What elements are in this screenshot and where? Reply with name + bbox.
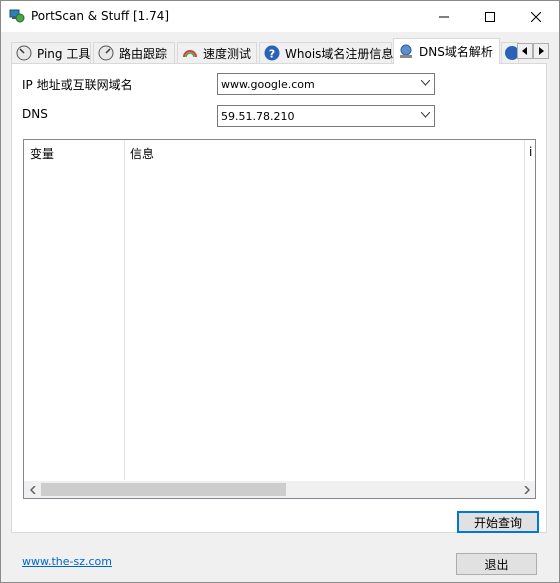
- tab-label: DNS域名解析: [419, 45, 493, 59]
- tab-speed-test[interactable]: 速度测试: [177, 42, 257, 63]
- dns-value: 59.51.78.210: [221, 110, 295, 123]
- title-bar[interactable]: PortScan & Stuff [1.74]: [1, 1, 559, 32]
- horizontal-scrollbar[interactable]: [24, 481, 535, 498]
- tab-scroll-right[interactable]: [533, 43, 549, 59]
- traceroute-gauge-icon: [98, 45, 114, 61]
- window-title: PortScan & Stuff [1.74]: [31, 9, 170, 23]
- tab-scroll-left[interactable]: [517, 43, 533, 59]
- tab-label: 路由跟踪: [119, 46, 168, 61]
- tab-traceroute[interactable]: 路由跟踪: [93, 42, 175, 63]
- host-label: IP 地址或互联网域名: [22, 78, 133, 92]
- column-header-variable[interactable]: 变量: [30, 145, 54, 162]
- tab-ping[interactable]: Ping 工具: [11, 42, 91, 63]
- tab-strip: Ping 工具 路由跟踪 速度测试 ? Whois域名注册信息 DNS域名解析: [1, 38, 559, 64]
- maximize-icon: [485, 11, 495, 22]
- column-divider: [124, 140, 125, 480]
- scroll-left-button[interactable]: [24, 481, 41, 498]
- host-value: www.google.com: [221, 78, 315, 91]
- column-header-partial[interactable]: i: [529, 145, 532, 159]
- speedometer-icon: [183, 50, 197, 58]
- tab-label: Ping 工具: [37, 46, 91, 61]
- minimize-icon: [439, 16, 449, 17]
- close-button[interactable]: [513, 1, 559, 32]
- scroll-thumb[interactable]: [41, 483, 286, 496]
- dns-combobox[interactable]: 59.51.78.210: [217, 105, 435, 127]
- chevron-down-icon: [421, 80, 430, 86]
- dns-panel: IP 地址或互联网域名 www.google.com DNS 59.51.78.…: [11, 63, 547, 533]
- question-icon: ?: [264, 45, 280, 61]
- website-link[interactable]: www.the-sz.com: [22, 555, 112, 568]
- maximize-button[interactable]: [467, 1, 513, 32]
- start-query-button[interactable]: 开始查询: [457, 511, 539, 533]
- chevron-down-icon: [421, 112, 430, 118]
- scroll-right-button[interactable]: [518, 481, 535, 498]
- dns-network-icon: [400, 44, 412, 58]
- minimize-button[interactable]: [421, 1, 467, 32]
- exit-button[interactable]: 退出: [456, 553, 537, 575]
- close-icon: [531, 11, 541, 22]
- tab-label: Whois域名注册信息: [285, 46, 394, 61]
- arrow-right-icon: [539, 47, 544, 55]
- arrow-left-icon: [29, 485, 36, 494]
- arrow-left-icon: [522, 47, 527, 55]
- ping-gauge-icon: [16, 45, 32, 61]
- column-divider: [524, 140, 525, 480]
- column-header-info[interactable]: 信息: [130, 145, 154, 162]
- dns-label: DNS: [22, 107, 48, 121]
- results-list[interactable]: 变量 信息 i: [23, 139, 536, 499]
- app-icon: [9, 9, 25, 23]
- tab-dns[interactable]: DNS域名解析: [393, 38, 500, 64]
- app-window: PortScan & Stuff [1.74] Ping 工具 路由跟踪 速度测…: [0, 0, 560, 583]
- svg-text:?: ?: [269, 48, 275, 61]
- host-combobox[interactable]: www.google.com: [217, 73, 435, 95]
- tab-label: 速度测试: [203, 46, 252, 61]
- arrow-right-icon: [523, 485, 530, 494]
- tab-whois[interactable]: ? Whois域名注册信息: [259, 42, 394, 63]
